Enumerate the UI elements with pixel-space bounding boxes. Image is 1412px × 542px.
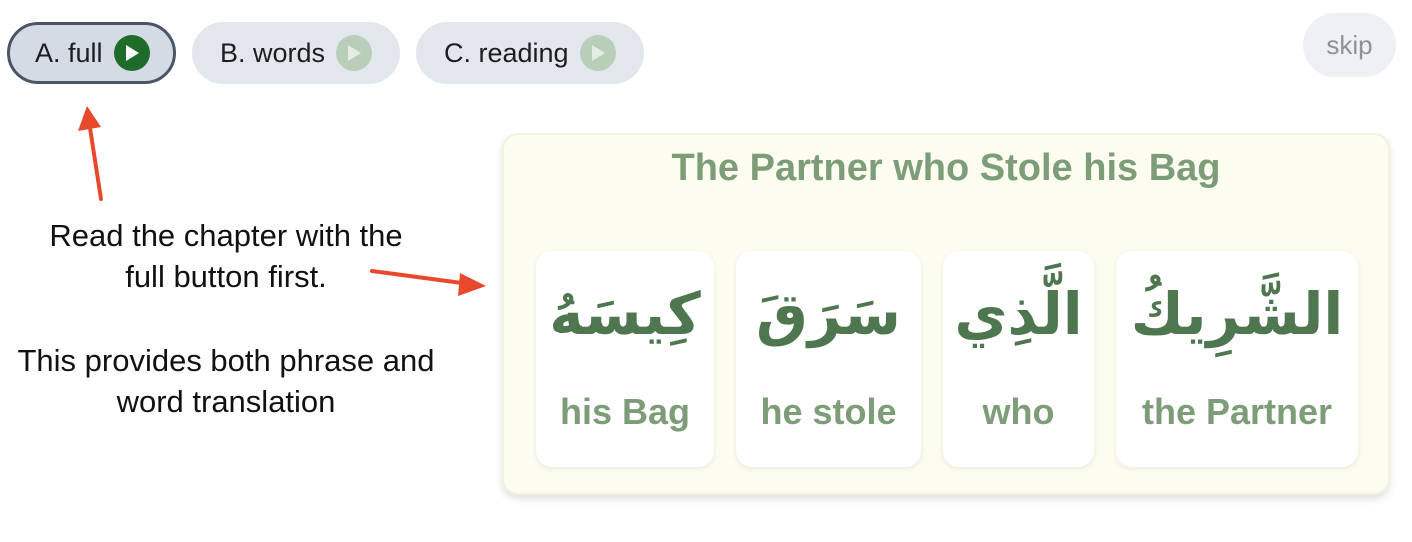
- word-card[interactable]: كِيسَهُ his Bag: [536, 251, 714, 467]
- up-arrow-icon: [78, 106, 103, 201]
- sentence-title: The Partner who Stole his Bag: [671, 147, 1221, 189]
- word-card[interactable]: سَرَقَ he stole: [736, 251, 921, 467]
- word-translation: his Bag: [559, 391, 691, 432]
- arabic-word: كِيسَهُ: [549, 280, 701, 348]
- instruction-read-full: Read the chapter with the full button fi…: [49, 218, 403, 294]
- word-translation: he stole: [760, 391, 897, 432]
- word-card[interactable]: الشَّرِيكُ the Partner: [1116, 251, 1358, 467]
- arabic-word: الَّذِي: [954, 280, 1083, 348]
- arabic-word: الشَّرِيكُ: [1130, 280, 1344, 348]
- instruction-translation: This provides both phrase and word trans…: [17, 343, 435, 419]
- word-card[interactable]: الَّذِي who: [943, 251, 1094, 467]
- word-translation: who: [982, 391, 1055, 432]
- word-translation: the Partner: [1141, 391, 1333, 432]
- arabic-word: سَرَقَ: [756, 280, 901, 348]
- sentence-panel: The Partner who Stole his Bag كِيسَهُ hi…: [502, 133, 1390, 495]
- lesson-screen: A. full B. words C. reading skip Read th…: [0, 0, 1412, 542]
